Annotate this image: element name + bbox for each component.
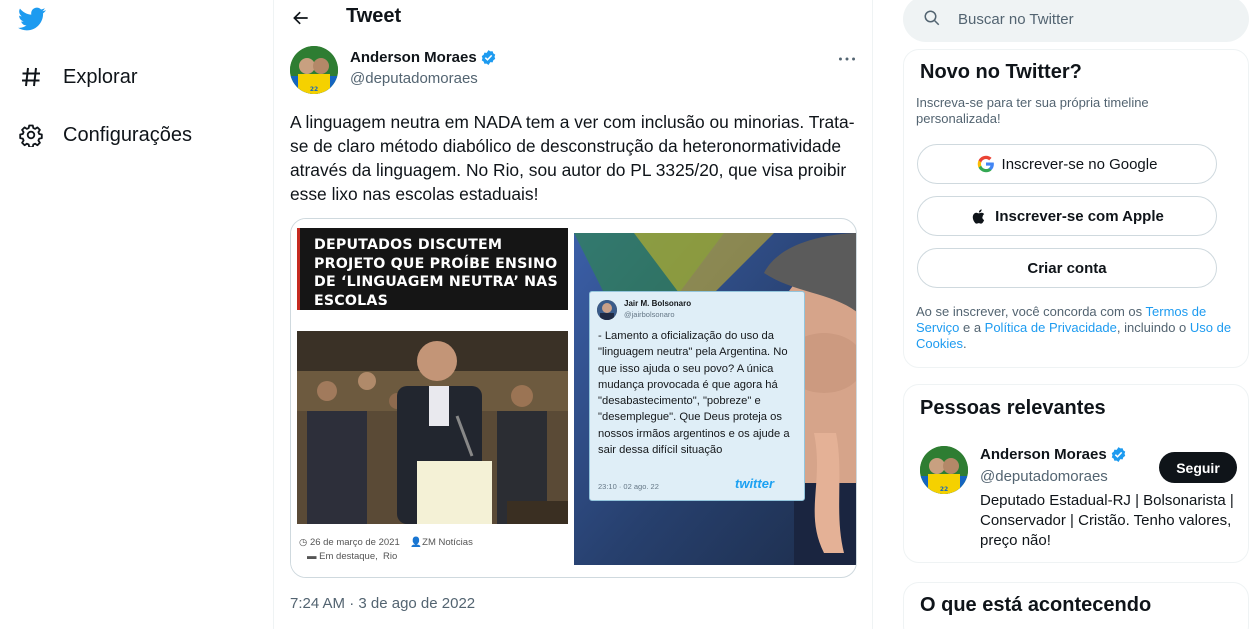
terms-mid: e a	[959, 320, 985, 335]
follow-button[interactable]: Seguir	[1159, 452, 1237, 483]
nav-item-explore[interactable]: Explorar	[18, 64, 137, 90]
news-source: ZM Notícias	[422, 537, 473, 548]
hashtag-icon	[18, 64, 44, 90]
search-bar[interactable]	[903, 0, 1249, 42]
author-handle[interactable]: @deputadomoraes	[350, 70, 478, 87]
verified-badge-icon	[480, 49, 497, 66]
create-account-label: Criar conta	[1027, 259, 1107, 277]
embedded-text: - Lamento a oficialização do uso da "lin…	[598, 330, 790, 457]
news-meta-categories: ▬ Em destaque, Rio	[307, 551, 397, 562]
signup-apple-label: Inscrever-se com Apple	[995, 207, 1164, 225]
tweet-header: Tweet	[274, 0, 874, 36]
relevant-people-card: Pessoas relevantes 22 Anderson Moraes @d…	[903, 384, 1249, 563]
media-right-panel: Jair M. Bolsonaro @jairbolsonaro - Lamen…	[574, 233, 856, 565]
news-categories: Em destaque,	[319, 551, 378, 562]
terms-mid2: , incluindo o	[1116, 320, 1190, 335]
signup-google-label: Inscrever-se no Google	[1001, 155, 1158, 173]
embedded-tweet-card: Jair M. Bolsonaro @jairbolsonaro - Lamen…	[589, 291, 805, 501]
more-options-icon[interactable]	[836, 50, 858, 68]
search-input[interactable]	[958, 9, 1218, 29]
signup-card-title: Novo no Twitter?	[920, 61, 1082, 83]
svg-text:22: 22	[940, 486, 948, 493]
tweet-media-image[interactable]: DEPUTADOS DISCUTEM PROJETO QUE PROÍBE EN…	[290, 218, 857, 578]
embedded-name: Jair M. Bolsonaro	[624, 299, 692, 308]
twitter-bird-icon[interactable]	[17, 5, 47, 33]
terms-prefix: Ao se inscrever, você concorda com os	[916, 304, 1146, 319]
news-headline: DEPUTADOS DISCUTEM PROJETO QUE PROÍBE EN…	[314, 237, 558, 309]
person-bio: Deputado Estadual-RJ | Bolsonarista | Co…	[980, 492, 1234, 549]
embedded-avatar	[597, 300, 617, 320]
gear-icon	[18, 122, 44, 148]
embedded-twitter-logo: twitter	[735, 476, 774, 491]
person-name[interactable]: Anderson Moraes	[980, 446, 1107, 463]
create-account-button[interactable]: Criar conta	[917, 248, 1217, 288]
nav-item-settings[interactable]: Configurações	[18, 122, 192, 148]
signup-apple-button[interactable]: Inscrever-se com Apple	[917, 196, 1217, 236]
folder-icon: ▬	[307, 551, 320, 562]
news-headline-box: DEPUTADOS DISCUTEM PROJETO QUE PROÍBE EN…	[297, 228, 568, 310]
main-column: Tweet 22 Anderson Moraes @deputadomoraes…	[273, 0, 873, 629]
nav-item-explore-label: Explorar	[63, 65, 138, 88]
tweet-text: A linguagem neutra em NADA tem a ver com…	[290, 112, 855, 204]
person-avatar[interactable]: 22	[920, 446, 968, 494]
terms-suffix: .	[962, 336, 967, 351]
news-date: 26 de março de 2021	[309, 537, 400, 548]
tweet-timestamp[interactable]: 7:24 AM · 3 de ago de 2022	[290, 595, 475, 612]
author-name-row[interactable]: Anderson Moraes	[350, 49, 497, 66]
media-left-panel: DEPUTADOS DISCUTEM PROJETO QUE PROÍBE EN…	[291, 219, 572, 577]
news-meta-date-source: ◷ 26 de março de 2021 👤ZM Notícias	[299, 537, 473, 548]
signup-card-subtitle: Inscreva-se para ter sua própria timelin…	[916, 95, 1149, 126]
privacy-policy-link[interactable]: Política de Privacidade	[985, 320, 1117, 335]
google-icon	[977, 155, 995, 173]
whats-happening-card: O que está acontecendo	[903, 582, 1249, 629]
news-photo	[297, 331, 568, 524]
back-arrow-icon[interactable]	[289, 6, 313, 30]
signup-terms: Ao se inscrever, você concorda com os Te…	[916, 304, 1244, 352]
news-region: Rio	[383, 551, 398, 562]
page-title: Tweet	[346, 5, 402, 27]
relevant-people-title: Pessoas relevantes	[920, 397, 1106, 419]
person-icon: 👤	[410, 537, 423, 548]
signup-card: Novo no Twitter? Inscreva-se para ter su…	[903, 49, 1249, 368]
apple-icon	[970, 207, 988, 225]
verified-badge-icon	[1110, 446, 1127, 463]
author-avatar[interactable]: 22	[290, 46, 338, 94]
person-name-row[interactable]: Anderson Moraes	[980, 446, 1127, 463]
left-nav: Explorar Configurações	[0, 0, 273, 629]
whats-happening-title: O que está acontecendo	[920, 594, 1152, 616]
svg-text:22: 22	[310, 86, 318, 93]
search-icon	[923, 9, 941, 27]
embedded-handle: @jairbolsonaro	[624, 310, 675, 319]
person-handle[interactable]: @deputadomoraes	[980, 468, 1108, 485]
author-name[interactable]: Anderson Moraes	[350, 49, 477, 66]
clock-icon: ◷	[299, 537, 310, 548]
signup-google-button[interactable]: Inscrever-se no Google	[917, 144, 1217, 184]
embedded-time: 23:10 · 02 ago. 22	[598, 482, 659, 491]
nav-item-settings-label: Configurações	[63, 123, 192, 146]
